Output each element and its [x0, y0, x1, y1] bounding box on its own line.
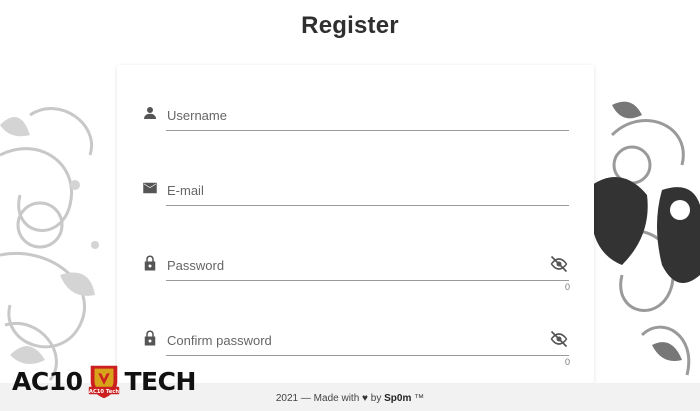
confirm-password-input[interactable] [166, 326, 569, 356]
email-field [141, 176, 569, 210]
lock-icon [141, 329, 159, 347]
username-field [141, 101, 569, 135]
password-char-counter: 0 [564, 282, 570, 292]
decorative-swirl-left [0, 95, 118, 385]
register-card: 0 0 [117, 65, 594, 383]
mail-icon [141, 179, 159, 197]
username-input[interactable] [166, 101, 569, 131]
password-field [141, 251, 569, 285]
svg-text:AC10 Tech: AC10 Tech [88, 389, 118, 395]
eye-off-icon[interactable] [549, 330, 569, 348]
confirm-password-char-counter: 0 [564, 357, 570, 367]
page-title: Register [301, 12, 399, 39]
lock-icon [141, 254, 159, 272]
confirm-password-field [141, 326, 569, 360]
eye-off-icon[interactable] [549, 255, 569, 273]
footer-author: Sp0m [384, 393, 412, 404]
watermark-logo: AC10 AC10 Tech TECH [12, 362, 196, 400]
watermark-left-text: AC10 [12, 366, 83, 396]
footer-tm: ™ [414, 393, 425, 404]
person-icon [141, 104, 159, 122]
footer-prefix: 2021 — Made with [275, 393, 360, 404]
decorative-swirl-right [592, 95, 700, 385]
password-input[interactable] [166, 251, 569, 281]
email-input[interactable] [166, 176, 569, 206]
footer-by: by [370, 393, 382, 404]
heart-icon: ♥ [362, 393, 368, 404]
shield-logo-icon: AC10 Tech [88, 365, 119, 399]
watermark-right-text: TECH [124, 366, 197, 396]
